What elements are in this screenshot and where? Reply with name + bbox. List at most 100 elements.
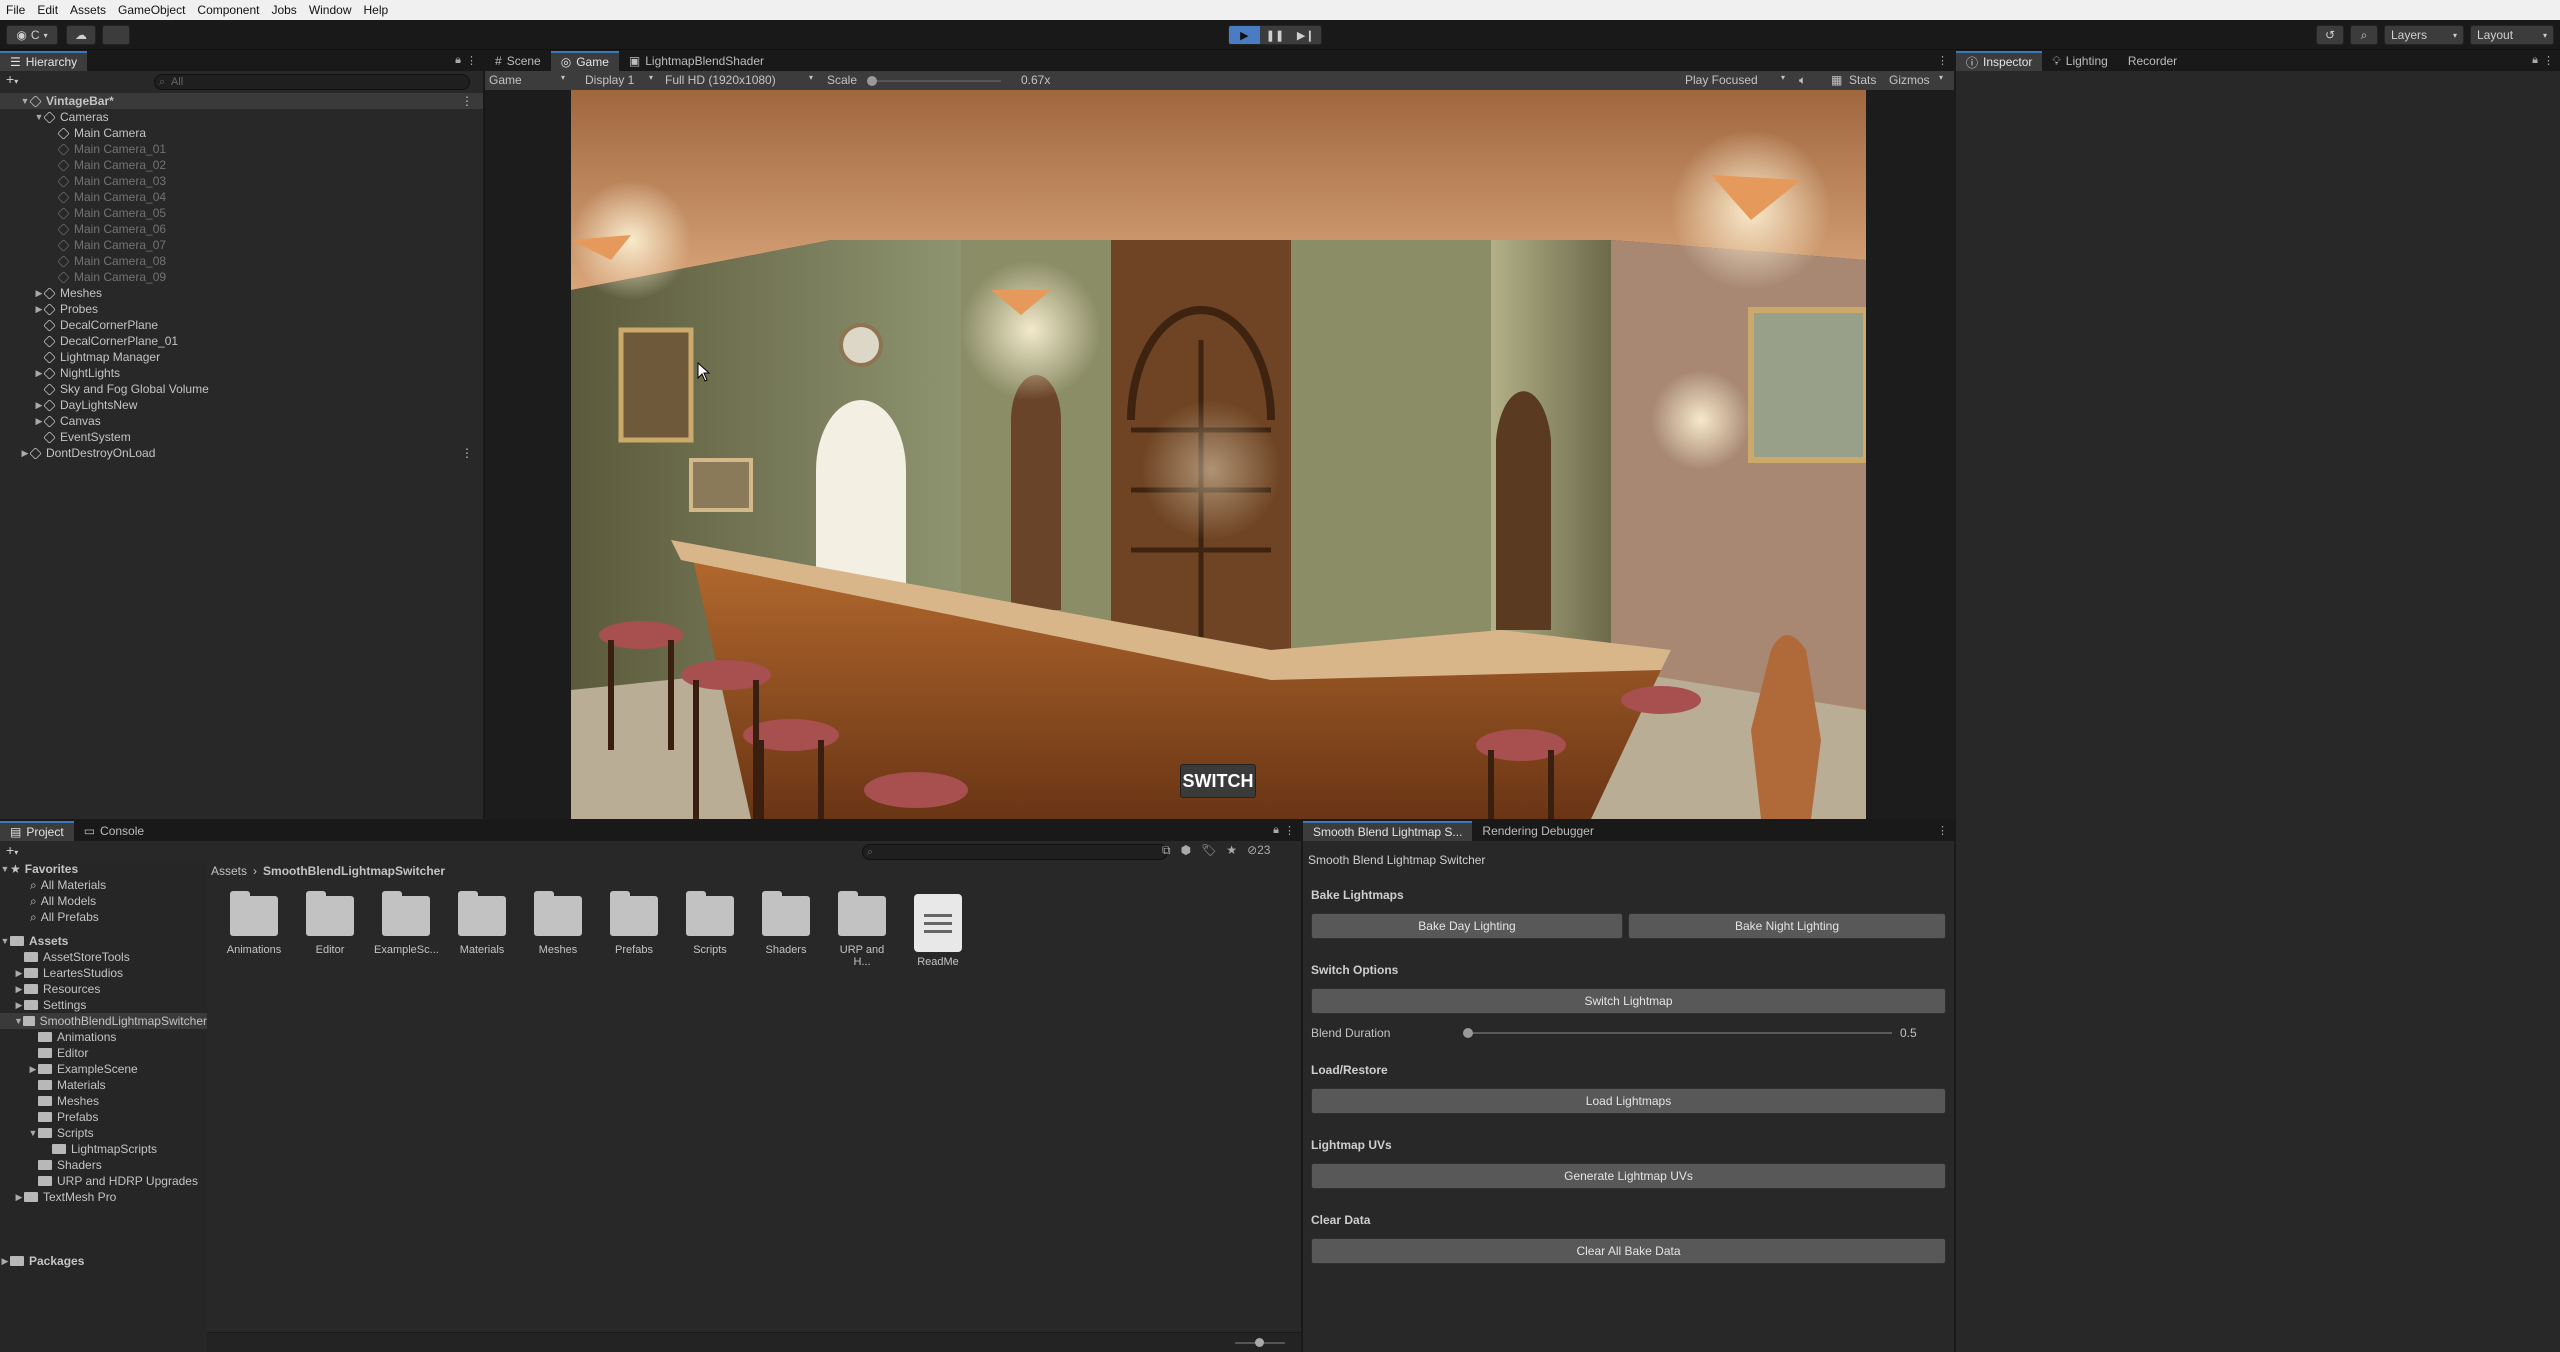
asset-grid-item[interactable]: Animations xyxy=(222,891,286,956)
lock-icon[interactable]: 🔒︎ xyxy=(1273,824,1279,837)
hierarchy-row[interactable]: Main Camera_01 xyxy=(0,141,483,157)
tab-rendering-debugger[interactable]: Rendering Debugger xyxy=(1472,821,1603,841)
folder-tree-item[interactable]: Materials xyxy=(0,1077,207,1093)
breadcrumb-root[interactable]: Assets xyxy=(211,864,247,878)
grid-icon[interactable]: ▦ xyxy=(1831,73,1842,87)
tab-console[interactable]: ▭ Console xyxy=(74,821,154,841)
play-button[interactable]: ▶ xyxy=(1229,26,1260,44)
folder-tree-item[interactable]: Animations xyxy=(0,1029,207,1045)
more-icon[interactable]: ⋮ xyxy=(1937,824,1948,837)
more-icon[interactable]: ⋮ xyxy=(461,94,473,108)
icon-size-slider-handle[interactable] xyxy=(1255,1338,1264,1347)
favorite-all-prefabs[interactable]: ⌕ All Prefabs xyxy=(0,909,207,925)
folder-tree-item[interactable]: Meshes xyxy=(0,1093,207,1109)
hierarchy-row[interactable]: ▶ Meshes xyxy=(0,285,483,301)
hierarchy-row[interactable]: Main Camera_06 xyxy=(0,221,483,237)
folder-tree-item[interactable]: ▶ Settings xyxy=(0,997,207,1013)
tab-lighting[interactable]: 💡︎ Lighting xyxy=(2042,51,2117,71)
asset-grid-item[interactable]: Editor xyxy=(298,891,362,956)
load-lightmaps-button[interactable]: Load Lightmaps xyxy=(1311,1088,1946,1114)
display-dropdown[interactable]: Display 1 xyxy=(585,73,634,87)
tab-inspector[interactable]: ⓘ Inspector xyxy=(1956,51,2043,71)
blend-duration-slider[interactable] xyxy=(1463,1028,1892,1038)
tab-shader[interactable]: ▣ LightmapBlendShader xyxy=(619,51,774,71)
tab-project[interactable]: ▤ Project xyxy=(0,821,74,841)
folder-tree-item[interactable]: Prefabs xyxy=(0,1109,207,1125)
tab-smooth-blend[interactable]: Smooth Blend Lightmap S... xyxy=(1303,821,1473,841)
layers-dropdown[interactable]: Layers ▾ xyxy=(2384,25,2464,45)
lock-icon[interactable]: 🔒︎ xyxy=(2532,54,2538,67)
asset-grid-item[interactable]: Meshes xyxy=(526,891,590,956)
folder-tree-item[interactable]: ▶ Resources xyxy=(0,981,207,997)
menu-gameobject[interactable]: GameObject xyxy=(112,0,191,20)
tab-recorder[interactable]: Recorder xyxy=(2118,51,2187,71)
search-button[interactable]: ⌕ xyxy=(2350,25,2378,45)
foldout-arrow-icon[interactable]: ▶ xyxy=(14,984,24,995)
more-icon[interactable]: ⋮ xyxy=(1937,54,1948,67)
assets-root[interactable]: ▼ Assets xyxy=(0,933,207,949)
switch-button[interactable]: SWITCH xyxy=(1180,764,1256,798)
tag-icon[interactable]: 🏷︎ xyxy=(1201,843,1216,858)
stats-button[interactable]: Stats xyxy=(1849,73,1876,87)
bake-day-lighting-button[interactable]: Bake Day Lighting xyxy=(1311,913,1623,939)
more-icon[interactable]: ⋮ xyxy=(1284,824,1295,837)
favorite-all-models[interactable]: ⌕ All Models xyxy=(0,893,207,909)
hierarchy-row[interactable]: Main Camera_02 xyxy=(0,157,483,173)
hierarchy-row[interactable]: Sky and Fog Global Volume xyxy=(0,381,483,397)
account-dropdown[interactable]: ◉ C ▾ xyxy=(6,25,58,45)
cloud-button[interactable]: ☁ xyxy=(66,25,96,45)
clear-all-bake-data-button[interactable]: Clear All Bake Data xyxy=(1311,1238,1946,1264)
hierarchy-row[interactable]: Main Camera_03 xyxy=(0,173,483,189)
collab-button[interactable] xyxy=(102,25,130,45)
hierarchy-row[interactable]: DecalCornerPlane xyxy=(0,317,483,333)
tab-scene[interactable]: # Scene xyxy=(485,51,551,71)
menu-file[interactable]: File xyxy=(0,0,31,20)
hierarchy-row[interactable]: Main Camera_09 xyxy=(0,269,483,285)
packages-root[interactable]: ▶ Packages xyxy=(0,1253,207,1269)
switch-lightmap-button[interactable]: Switch Lightmap xyxy=(1311,988,1946,1014)
more-icon[interactable]: ⋮ xyxy=(466,54,477,67)
scale-slider-handle[interactable] xyxy=(867,76,877,86)
foldout-arrow-icon[interactable]: ▼ xyxy=(14,1016,23,1026)
hierarchy-row[interactable]: Main Camera_08 xyxy=(0,253,483,269)
hidden-packages-count[interactable]: ⊘23 xyxy=(1247,843,1270,858)
hierarchy-search-input[interactable]: ⌕ All xyxy=(154,74,470,90)
folder-tree-item[interactable]: ▶ ExampleScene xyxy=(0,1061,207,1077)
lock-icon[interactable]: 🔒︎ xyxy=(455,54,461,67)
step-button[interactable]: ▶❙ xyxy=(1290,26,1321,44)
more-icon[interactable]: ⋮ xyxy=(2543,54,2554,67)
asset-grid-item[interactable]: URP and H... xyxy=(830,891,894,968)
hierarchy-row[interactable]: ▶ DayLightsNew xyxy=(0,397,483,413)
asset-grid-item[interactable]: Shaders xyxy=(754,891,818,956)
hierarchy-row[interactable]: Lightmap Manager xyxy=(0,349,483,365)
hierarchy-row[interactable]: ▶ DontDestroyOnLoad ⋮ xyxy=(0,445,483,461)
asset-grid-item[interactable]: ReadMe xyxy=(906,894,970,968)
hierarchy-row[interactable]: ▶ Probes xyxy=(0,301,483,317)
asset-grid-item[interactable]: Materials xyxy=(450,891,514,956)
folder-tree-item[interactable]: LightmapScripts xyxy=(0,1141,207,1157)
more-icon[interactable]: ⋮ xyxy=(461,446,473,460)
create-asset-button[interactable]: +▾ xyxy=(6,842,18,858)
favorite-all-materials[interactable]: ⌕ All Materials xyxy=(0,877,207,893)
hierarchy-row[interactable]: Main Camera_07 xyxy=(0,237,483,253)
menu-window[interactable]: Window xyxy=(303,0,358,20)
tab-hierarchy[interactable]: ☰ Hierarchy xyxy=(0,51,88,71)
hierarchy-row[interactable]: Main Camera xyxy=(0,125,483,141)
folder-tree-item[interactable]: ▼ Scripts xyxy=(0,1125,207,1141)
project-search-input[interactable]: ⌕ xyxy=(862,844,1168,860)
hierarchy-row[interactable]: EventSystem xyxy=(0,429,483,445)
menu-edit[interactable]: Edit xyxy=(31,0,64,20)
gizmos-button[interactable]: Gizmos xyxy=(1889,73,1930,87)
scale-slider[interactable] xyxy=(867,76,1001,86)
tab-game[interactable]: ◎ Game xyxy=(550,51,619,71)
foldout-arrow-icon[interactable]: ▶ xyxy=(14,968,24,979)
hierarchy-row[interactable]: ▼ VintageBar* ⋮ xyxy=(0,93,483,109)
folder-tree-item[interactable]: Shaders xyxy=(0,1157,207,1173)
filter-label-icon[interactable]: ⬢ xyxy=(1181,843,1191,858)
resolution-dropdown[interactable]: Full HD (1920x1080) xyxy=(665,73,776,87)
layout-dropdown[interactable]: Layout ▾ xyxy=(2470,25,2554,45)
menu-assets[interactable]: Assets xyxy=(64,0,112,20)
foldout-arrow-icon[interactable]: ▶ xyxy=(14,1000,24,1011)
folder-tree-item[interactable]: Editor xyxy=(0,1045,207,1061)
foldout-arrow-icon[interactable]: ▶ xyxy=(28,1064,38,1075)
